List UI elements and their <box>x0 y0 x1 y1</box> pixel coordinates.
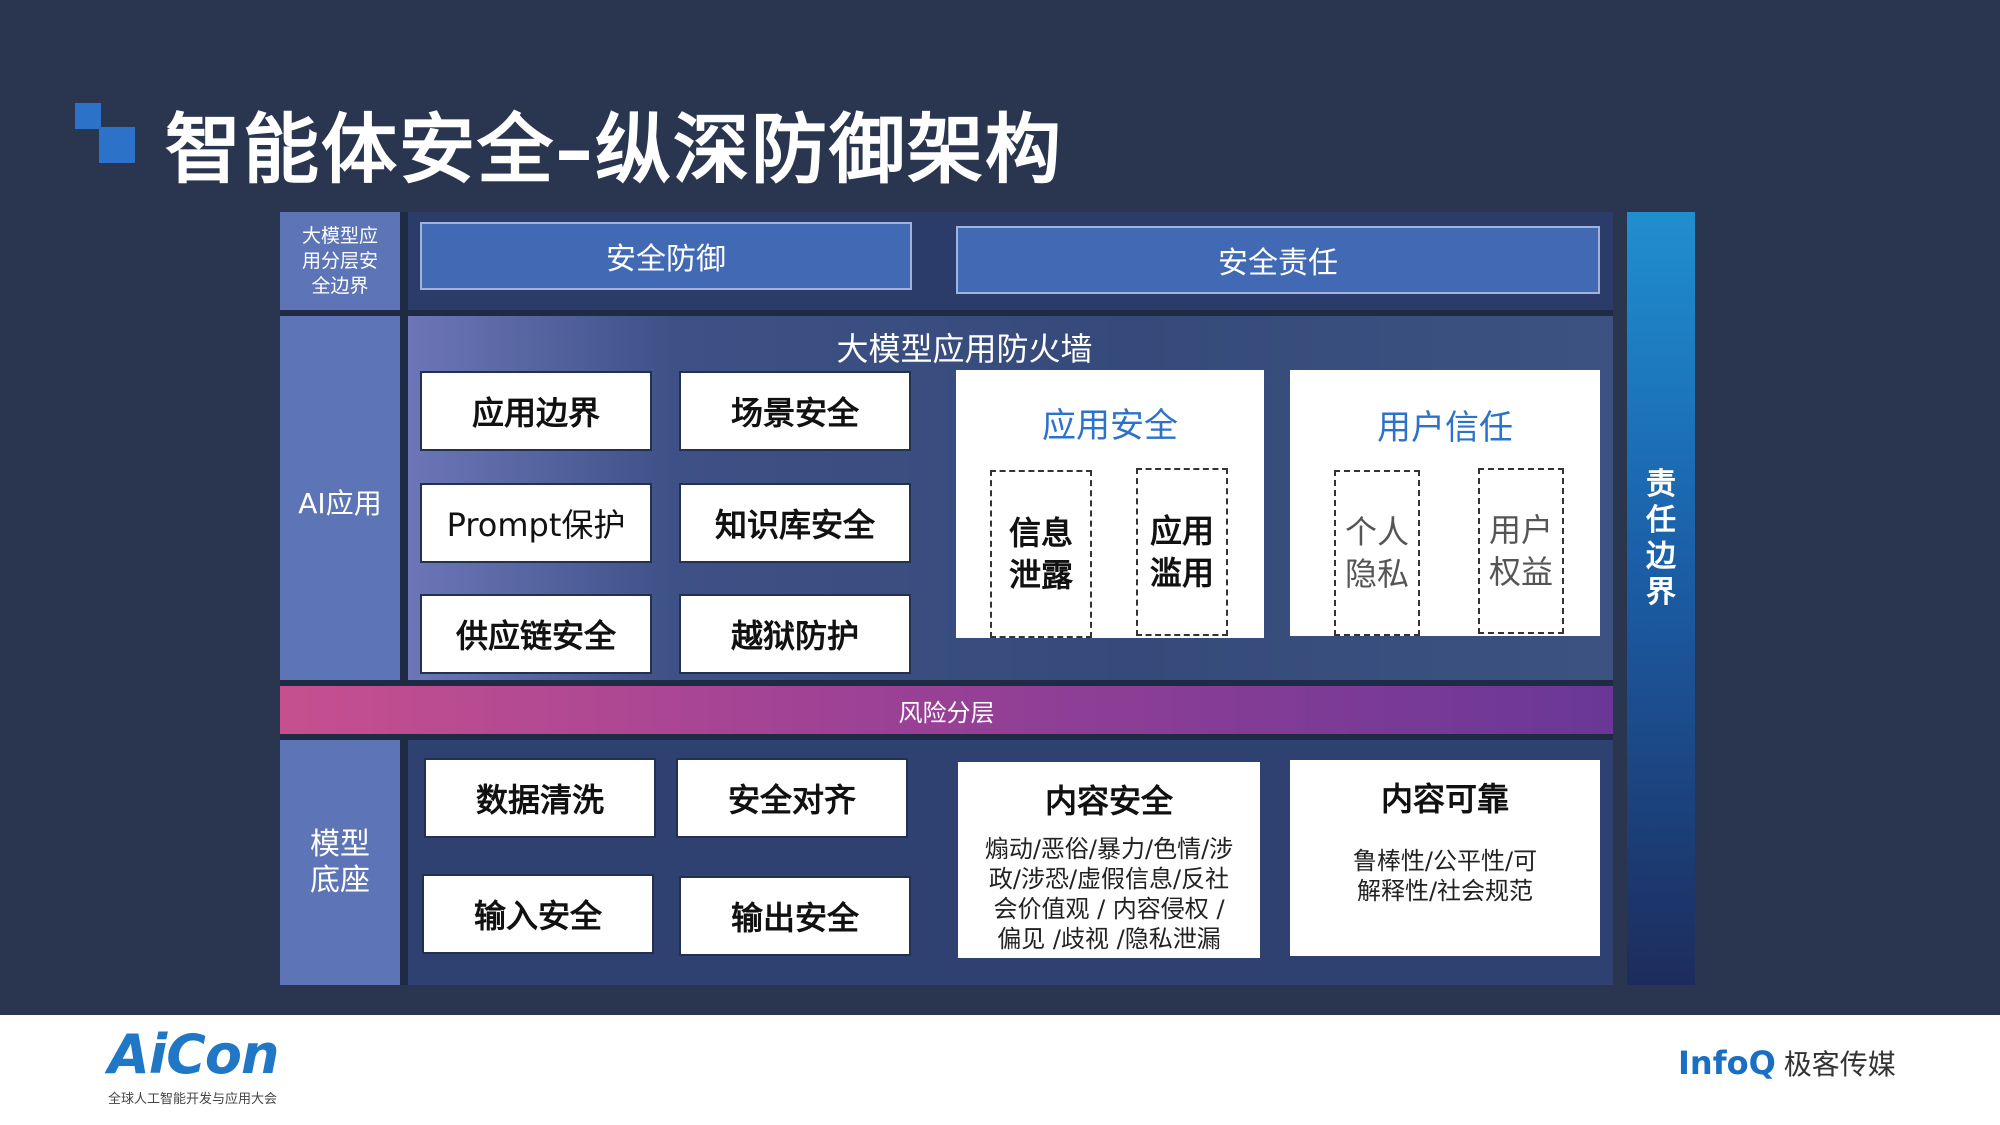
content-security-line: 偏见 /歧视 /隐私泄漏 <box>997 925 1221 953</box>
content-security-line: 政/涉恐/虚假信息/反社 <box>988 865 1230 893</box>
model-base-box: 输出安全 <box>679 876 911 956</box>
aicon-subtitle: 全球人工智能开发与应用大会 <box>108 1092 278 1107</box>
architecture-diagram: 大模型应 用分层安 全边界 AI应用 模型 底座 安全防御 安全责任 大模型应用… <box>280 212 1613 985</box>
responsibility-boundary-bar: 责 任 边 界 <box>1627 212 1695 985</box>
info-leak-item: 信息 泄露 <box>990 470 1092 638</box>
firewall-title: 大模型应用防火墙 <box>836 330 1093 368</box>
boundary-label-line: 大模型应 <box>301 224 378 247</box>
model-base-label-line: 底座 <box>310 862 370 898</box>
firewall-box: 越狱防护 <box>679 594 911 674</box>
model-base-label-line: 模型 <box>310 826 370 862</box>
security-defense-box: 安全防御 <box>420 222 912 290</box>
firewall-box: 知识库安全 <box>679 483 911 563</box>
content-reliable-line: 解释性/社会规范 <box>1356 877 1534 905</box>
model-base-box: 输入安全 <box>422 874 654 954</box>
model-base-label: 模型 底座 <box>280 740 400 985</box>
app-security-title: 应用安全 <box>1042 406 1178 446</box>
boundary-label-line: 全边界 <box>311 274 369 297</box>
app-abuse-item: 应用 滥用 <box>1136 468 1228 636</box>
page-title: 智能体安全–纵深防御架构 <box>165 105 1063 194</box>
firewall-box: 应用边界 <box>420 371 652 451</box>
responsibility-char: 责 <box>1646 466 1676 502</box>
infoq-logo: InfoQ 极客传媒 <box>1678 1043 1896 1083</box>
top-band: 安全防御 安全责任 <box>408 212 1613 310</box>
security-responsibility-box: 安全责任 <box>956 226 1600 294</box>
content-security-line: 会价值观 / 内容侵权 / <box>993 895 1225 923</box>
footer: AiCon 全球人工智能开发与应用大会 InfoQ 极客传媒 <box>0 1015 2000 1125</box>
firewall-box: Prompt保护 <box>420 483 652 563</box>
content-reliable-title: 内容可靠 <box>1380 780 1509 818</box>
personal-privacy-item: 个人 隐私 <box>1334 470 1420 636</box>
firewall-box: 场景安全 <box>679 371 911 451</box>
user-rights-item: 用户 权益 <box>1478 468 1564 634</box>
llm-firewall-area: 大模型应用防火墙 应用边界 场景安全 Prompt保护 知识库安全 供应链安全 … <box>408 316 1613 680</box>
user-trust-panel: 用户信任 个人 隐私 用户 权益 <box>1290 370 1600 636</box>
content-reliable-panel: 内容可靠 鲁棒性/公平性/可 解释性/社会规范 <box>1290 760 1600 956</box>
aicon-logo: AiCon 全球人工智能开发与应用大会 <box>108 1023 279 1107</box>
model-base-box: 数据清洗 <box>424 758 656 838</box>
ai-app-label: AI应用 <box>280 316 400 680</box>
model-base-area: 数据清洗 安全对齐 输入安全 输出安全 内容安全 煽动/恶俗/暴力/色情/涉 政… <box>408 740 1613 985</box>
content-security-line: 煽动/恶俗/暴力/色情/涉 <box>984 835 1234 863</box>
user-trust-title: 用户信任 <box>1377 408 1513 448</box>
responsibility-char: 任 <box>1646 502 1676 538</box>
app-security-panel: 应用安全 信息 泄露 应用 滥用 <box>956 370 1264 638</box>
geek-media-text: 极客传媒 <box>1783 1048 1896 1081</box>
content-security-title: 内容安全 <box>1044 782 1173 820</box>
title-decoration-icon <box>75 103 137 165</box>
content-security-panel: 内容安全 煽动/恶俗/暴力/色情/涉 政/涉恐/虚假信息/反社 会价值观 / 内… <box>958 762 1260 958</box>
infoq-text: InfoQ <box>1678 1044 1776 1082</box>
firewall-box: 供应链安全 <box>420 594 652 674</box>
risk-layer-band: 风险分层 <box>280 686 1613 734</box>
boundary-label: 大模型应 用分层安 全边界 <box>280 212 400 310</box>
model-base-box: 安全对齐 <box>676 758 908 838</box>
responsibility-char: 边 <box>1646 538 1676 574</box>
boundary-label-line: 用分层安 <box>301 249 378 272</box>
content-reliable-line: 鲁棒性/公平性/可 <box>1352 847 1538 875</box>
responsibility-char: 界 <box>1646 574 1676 610</box>
